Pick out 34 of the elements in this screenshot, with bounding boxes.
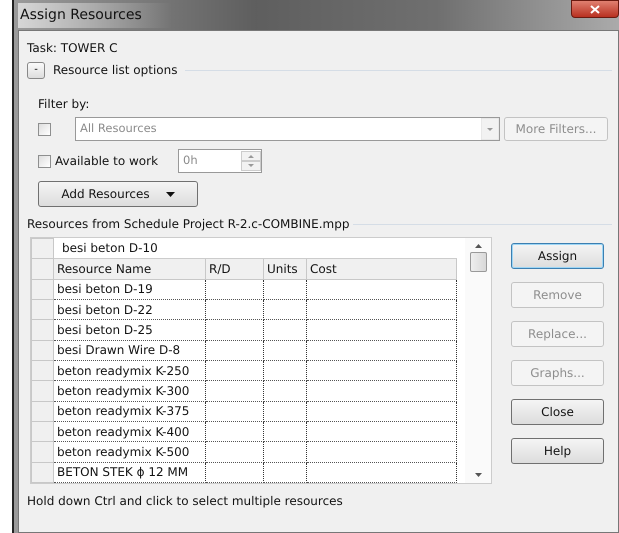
dialog-button[interactable]: Help xyxy=(511,438,604,464)
resource-name-cell[interactable]: BETON STEK ϕ 12 MM xyxy=(54,462,206,482)
resource-name-cell[interactable]: beton readymix K-250 xyxy=(54,360,206,381)
column-header[interactable]: R/D xyxy=(206,258,264,280)
close-icon xyxy=(590,4,600,14)
column-header[interactable]: Units xyxy=(264,258,306,280)
collapse-toggle[interactable]: - xyxy=(27,62,45,78)
dialog-button[interactable]: Close xyxy=(511,399,604,425)
dialog-button[interactable]: Assign xyxy=(511,243,604,269)
resource-name-cell[interactable]: besi Drawn Wire D-8 xyxy=(54,340,206,360)
scrollbar[interactable] xyxy=(465,238,491,483)
resource-name-cell[interactable]: beton readymix K-300 xyxy=(54,380,206,402)
status-hint: Hold down Ctrl and click to select multiple resources xyxy=(27,493,344,510)
resource-name-cell[interactable]: besi beton D-22 xyxy=(54,299,206,320)
spinner-arrows-icon xyxy=(241,151,262,171)
column-header[interactable]: Resource Name xyxy=(54,258,206,280)
resource-name-cell[interactable]: beton readymix K-500 xyxy=(54,442,206,462)
filter-label: Filter by: xyxy=(38,96,90,113)
caret-icon xyxy=(166,192,175,196)
list-heading: Resources from Schedule Project R-2.c-COMBINE.mpp xyxy=(27,216,350,233)
resource-name-cell[interactable]: beton readymix K-375 xyxy=(54,401,206,422)
task-label: Task: TOWER C xyxy=(27,40,119,57)
resource-name-cell[interactable]: beton readymix K-400 xyxy=(54,421,206,442)
available-label: Available to work xyxy=(55,153,158,170)
resource-name-cell[interactable]: besi beton D-19 xyxy=(54,279,206,300)
scroll-thumb[interactable] xyxy=(470,252,486,272)
close-button[interactable] xyxy=(571,0,619,18)
add-resources-button[interactable]: Add Resources xyxy=(38,181,198,207)
scroll-down-icon xyxy=(474,473,482,477)
dropdown-arrow-icon xyxy=(481,118,499,140)
resource-name-cell[interactable]: besi beton D-25 xyxy=(54,320,206,340)
section-label: Resource list options xyxy=(53,62,178,79)
scroll-up-icon xyxy=(474,244,482,248)
column-header[interactable]: Cost xyxy=(306,258,456,280)
